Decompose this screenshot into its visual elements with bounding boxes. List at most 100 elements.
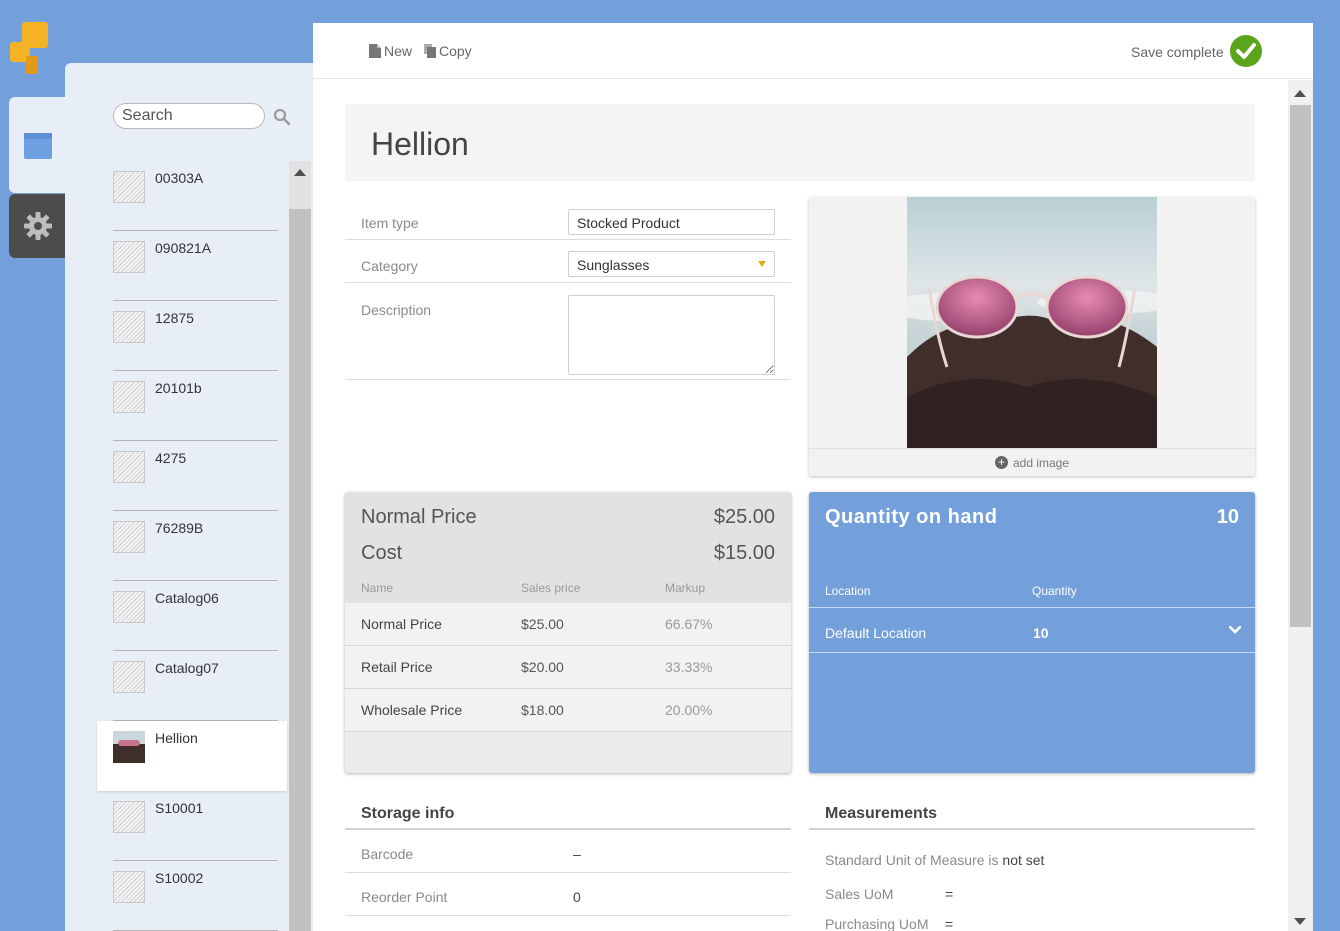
list-item[interactable]: S10001 [97,791,287,861]
barcode-value: – [573,846,581,862]
item-code: 00303A [155,170,204,186]
new-button[interactable]: New [369,43,412,59]
search-box [113,103,291,129]
item-thumbnail [113,381,145,413]
item-code: Hellion [155,730,198,746]
product-photo [907,197,1157,448]
list-item[interactable]: 00303A [97,161,287,231]
quantity-total: 10 [1216,506,1239,528]
price-value: $18.00 [521,702,564,718]
list-item[interactable]: 090821A [97,231,287,301]
item-code: 76289B [155,520,204,536]
rail-tab-items[interactable] [9,97,67,193]
scrollbar-thumb[interactable] [289,209,311,931]
list-item[interactable]: 76289B [97,511,287,581]
barcode-row[interactable]: Barcode – [345,830,791,873]
search-input[interactable] [113,103,265,129]
list-item[interactable]: 20101b [97,371,287,441]
quantity-card: Quantity on hand 10 Location Quantity De… [809,492,1255,773]
copy-button-label: Copy [439,43,472,59]
price-row[interactable]: Retail Price $20.00 33.33% [345,646,791,689]
pricing-card: Normal Price $25.00 Cost $15.00 Name Sal… [345,492,791,773]
location-row[interactable]: Default Location 10 [809,607,1255,653]
description-row: Description [345,283,791,380]
rail-tab-settings[interactable] [9,194,67,258]
gear-icon [24,212,52,240]
title-box: Hellion [345,104,1255,181]
item-list: 00303A 090821A 12875 20101b 4275 76289B … [97,161,287,931]
item-code: 090821A [155,240,212,256]
detail-content: Hellion Item type Stocked Product Catego… [313,80,1288,931]
item-thumbnail [113,451,145,483]
item-code: S10001 [155,800,204,816]
item-code: 20101b [155,380,202,396]
list-item[interactable]: S10002 [97,861,287,931]
location-quantity: 10 [1033,625,1049,641]
normal-price-value[interactable]: $25.00 [714,506,775,529]
list-item[interactable]: Catalog06 [97,581,287,651]
item-thumbnail [113,591,145,623]
chevron-down-icon[interactable] [1229,626,1241,634]
list-item-selected[interactable]: Hellion [97,721,287,791]
section-divider [809,828,1255,830]
add-image-button[interactable]: + add image [809,448,1255,476]
description-field[interactable] [568,295,775,375]
item-thumbnail [113,871,145,903]
cost-value[interactable]: $15.00 [714,542,775,565]
item-code: 12875 [155,310,194,326]
column-header-markup: Markup [665,581,706,595]
price-markup: 66.67% [665,616,713,632]
list-item[interactable]: 4275 [97,441,287,511]
sales-uom-value[interactable]: = [945,886,953,902]
category-select[interactable]: Sunglasses [568,251,775,277]
item-list-scrollbar[interactable] [289,161,311,931]
price-name: Normal Price [361,616,442,632]
item-thumbnail [113,801,145,833]
category-value: Sunglasses [577,257,650,273]
pricing-header: Normal Price $25.00 Cost $15.00 Name Sal… [345,492,791,603]
image-card: + add image [809,197,1255,476]
copy-button[interactable]: Copy [424,43,472,59]
item-type-label: Item type [361,215,419,231]
purchasing-uom-value[interactable]: = [945,916,953,931]
box-icon [24,133,52,159]
dropdown-caret-icon [758,261,766,267]
standard-uom-prefix: Standard Unit of Measure is [825,852,999,868]
price-value: $20.00 [521,659,564,675]
scrollbar-thumb[interactable] [1290,105,1311,627]
item-thumbnail [113,731,145,763]
item-code: S10002 [155,870,204,886]
price-value: $25.00 [521,616,564,632]
item-thumbnail [113,311,145,343]
standard-uom-line[interactable]: Standard Unit of Measure is not set [825,852,1044,868]
product-name[interactable]: Hellion [371,126,469,163]
price-row[interactable]: Wholesale Price $18.00 20.00% [345,689,791,732]
normal-price-label: Normal Price [361,506,477,528]
detail-scrollbar[interactable] [1288,80,1313,931]
price-row[interactable]: Normal Price $25.00 66.67% [345,603,791,646]
item-thumbnail [113,521,145,553]
plus-circle-icon: + [994,456,1008,469]
sales-uom-label: Sales UoM [825,886,894,902]
search-icon[interactable] [273,108,291,126]
scroll-down-arrow-icon[interactable] [1294,918,1306,925]
quantity-title: Quantity on hand [825,506,998,528]
reorder-point-row[interactable]: Reorder Point 0 [345,873,791,916]
price-name: Retail Price [361,659,433,675]
scroll-up-arrow-icon[interactable] [294,169,306,176]
toolbar: New Copy Save complete [313,23,1313,79]
measurements-title: Measurements [825,805,938,822]
standard-uom-value: not set [1002,852,1045,868]
copy-icon [424,44,436,58]
description-label: Description [361,302,432,318]
purchasing-uom-label: Purchasing UoM [825,916,929,931]
cost-label: Cost [361,542,403,564]
item-type-field[interactable]: Stocked Product [568,209,775,235]
item-thumbnail [113,661,145,693]
list-item[interactable]: 12875 [97,301,287,371]
list-item[interactable]: Catalog07 [97,651,287,721]
scroll-up-arrow-icon[interactable] [1294,90,1306,97]
reorder-point-value: 0 [573,889,581,905]
price-name: Wholesale Price [361,702,463,718]
add-image-label: add image [1012,455,1070,470]
